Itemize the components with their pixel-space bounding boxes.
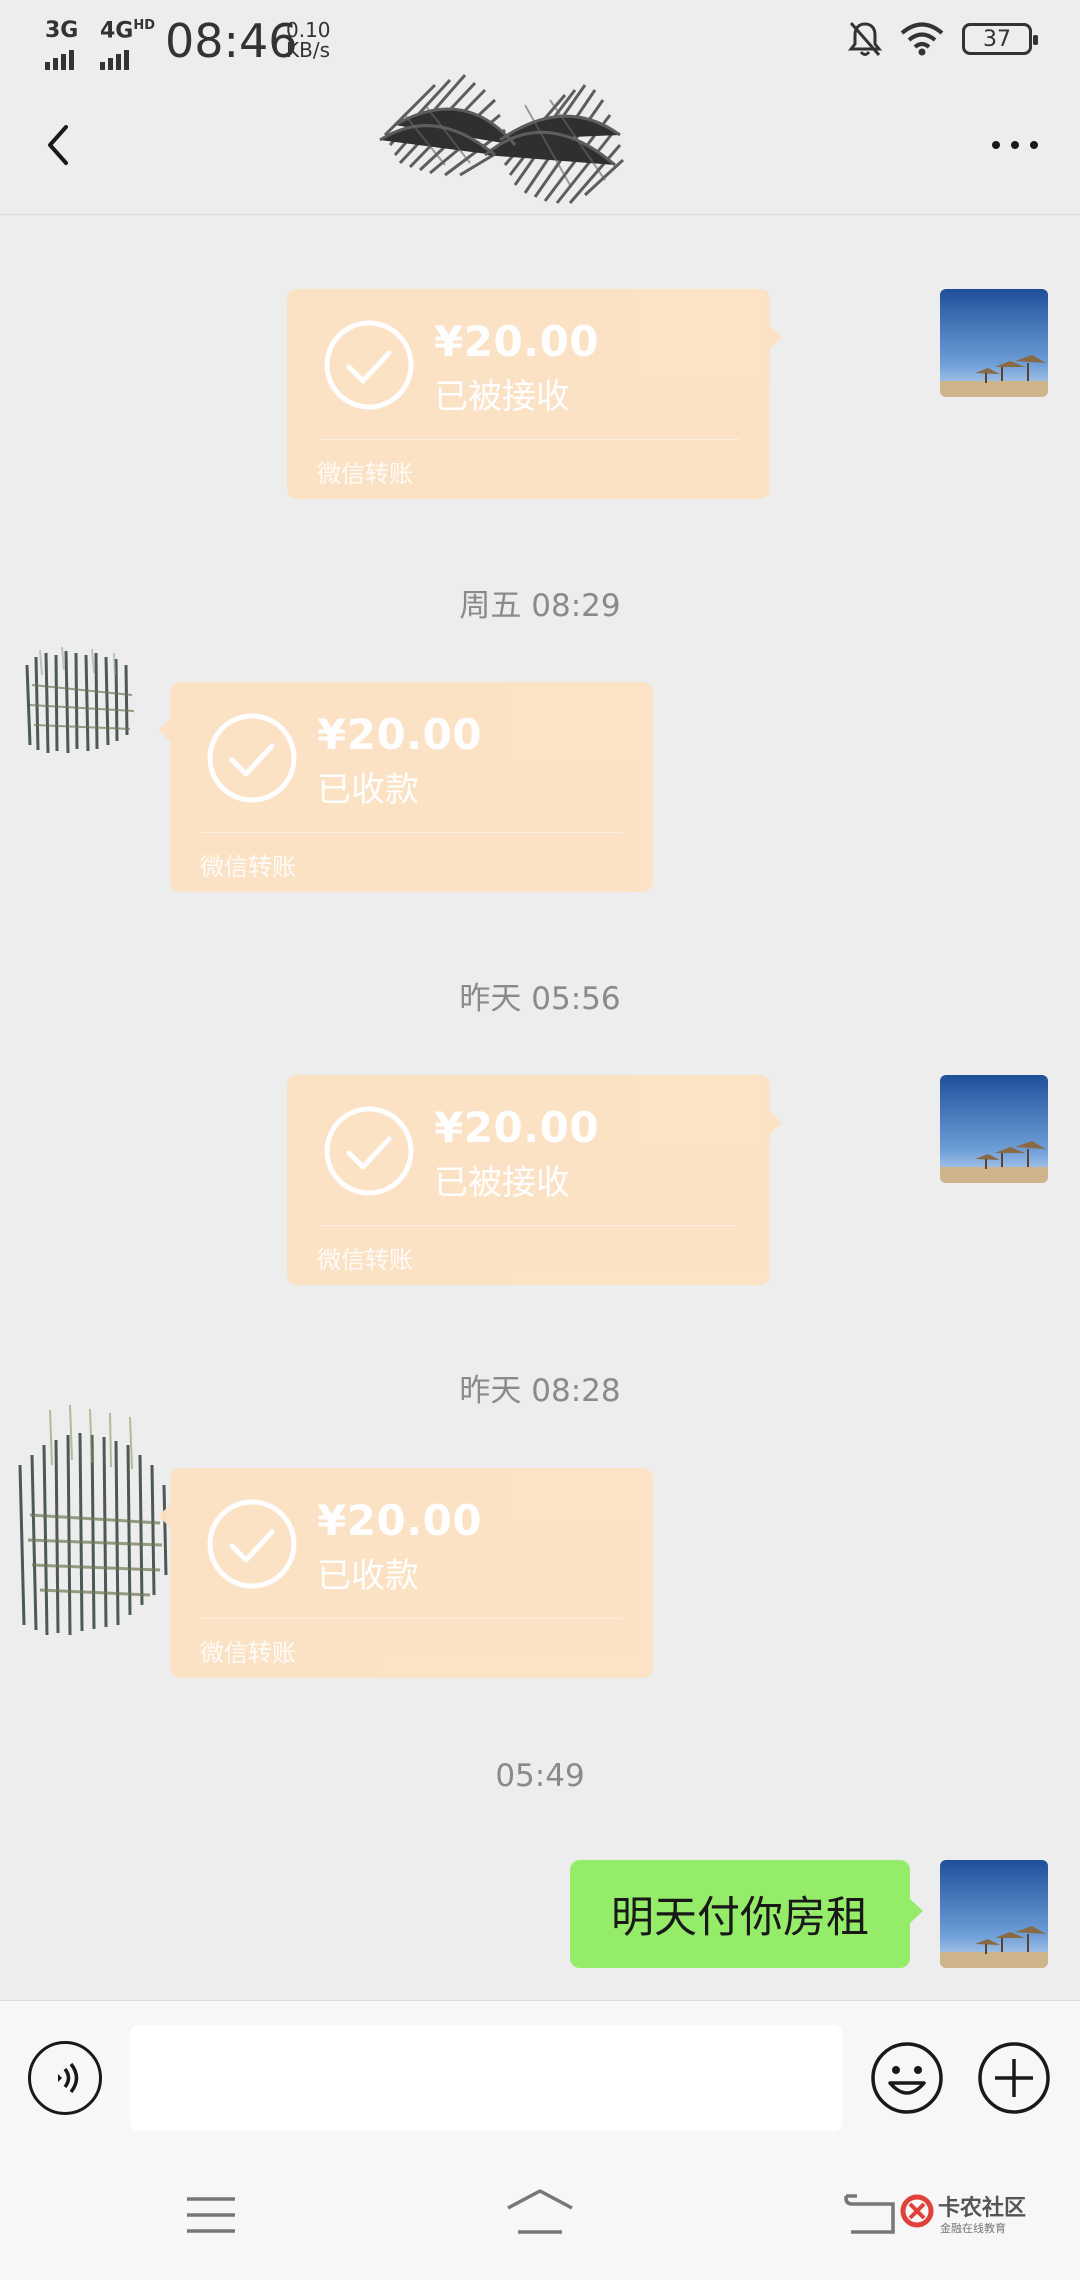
transfer-card[interactable]: ¥20.00 已收款 微信转账 bbox=[158, 682, 653, 892]
wifi-icon bbox=[900, 22, 944, 56]
more-dot-icon bbox=[992, 141, 1000, 149]
network-3g-label: 3G bbox=[45, 18, 79, 43]
back-arrow-icon[interactable] bbox=[30, 115, 90, 175]
menu-icon[interactable] bbox=[185, 2195, 237, 2235]
transfer-divider bbox=[317, 1225, 740, 1226]
check-circle-icon bbox=[324, 1106, 414, 1196]
beach-avatar-image bbox=[940, 1860, 1048, 1968]
voice-icon bbox=[58, 2062, 79, 2094]
transfer-status: 已被接收 bbox=[434, 377, 570, 417]
self-avatar[interactable] bbox=[940, 289, 1048, 397]
status-time: 08:46 bbox=[165, 14, 298, 68]
transfer-status: 已被接收 bbox=[434, 1163, 570, 1203]
message-timestamp: 昨天 05:56 bbox=[459, 981, 621, 1017]
transfer-card[interactable]: ¥20.00 已收款 微信转账 bbox=[158, 1468, 653, 1678]
network-4g-indicator: 4GHD bbox=[100, 18, 156, 71]
transfer-status: 已收款 bbox=[317, 770, 419, 810]
more-dot-icon bbox=[1030, 141, 1038, 149]
kanong-logo-icon bbox=[900, 2194, 934, 2228]
more-functions-button[interactable] bbox=[977, 2041, 1051, 2115]
bell-off-icon bbox=[848, 22, 882, 56]
message-timestamp: 昨天 08:28 bbox=[459, 1373, 621, 1409]
network-3g-indicator: 3G bbox=[45, 18, 78, 70]
chat-header bbox=[0, 74, 1080, 215]
transfer-amount: ¥20.00 bbox=[434, 317, 600, 366]
transfer-divider bbox=[200, 832, 623, 833]
transfer-label: 微信转账 bbox=[317, 1246, 413, 1274]
network-speed-unit: KB/s bbox=[286, 38, 330, 62]
network-speed-value: 0.10 bbox=[286, 18, 331, 42]
message-timestamp: 05:49 bbox=[495, 1758, 585, 1794]
transfer-label: 微信转账 bbox=[200, 1639, 296, 1667]
transfer-status: 已收款 bbox=[317, 1556, 419, 1596]
battery-icon: 37 bbox=[962, 23, 1038, 55]
beach-avatar-image bbox=[940, 1075, 1048, 1183]
home-icon[interactable] bbox=[505, 2188, 575, 2236]
transfer-divider bbox=[317, 439, 740, 440]
transfer-label: 微信转账 bbox=[317, 460, 413, 488]
more-options-button[interactable] bbox=[980, 120, 1050, 170]
network-speed: 0.10 KB/s bbox=[286, 20, 331, 60]
transfer-amount: ¥20.00 bbox=[317, 1496, 483, 1545]
transfer-card[interactable]: ¥20.00 已被接收 微信转账 bbox=[287, 289, 782, 499]
beach-avatar-image bbox=[940, 289, 1048, 397]
voice-input-button[interactable] bbox=[28, 2041, 102, 2115]
transfer-card[interactable]: ¥20.00 已被接收 微信转账 bbox=[287, 1075, 782, 1285]
system-navigation-bar: 卡农社区 金融在线教育 bbox=[0, 2150, 1080, 2280]
check-circle-icon bbox=[207, 1499, 297, 1589]
watermark-title: 卡农社区 bbox=[938, 2196, 1027, 2221]
redacted-title-scribble bbox=[379, 74, 625, 204]
message-timestamp: 周五 08:29 bbox=[459, 588, 621, 624]
chat-message-list[interactable]: ¥20.00 已被接收 微信转账 周五 08:29 ¥20.00 已收款 微信转… bbox=[0, 215, 1080, 2000]
transfer-amount: ¥20.00 bbox=[434, 1103, 600, 1152]
text-message-bubble[interactable]: 明天付你房租 bbox=[570, 1860, 923, 1968]
transfer-label: 微信转账 bbox=[200, 853, 296, 881]
self-avatar[interactable] bbox=[940, 1860, 1048, 1968]
network-hd-label: HD bbox=[133, 18, 156, 33]
check-circle-icon bbox=[207, 713, 297, 803]
contact-avatar[interactable] bbox=[22, 645, 142, 757]
system-back-icon[interactable] bbox=[843, 2192, 898, 2236]
transfer-divider bbox=[200, 1618, 623, 1619]
transfer-amount: ¥20.00 bbox=[317, 710, 483, 759]
check-circle-icon bbox=[324, 320, 414, 410]
emoji-button[interactable] bbox=[870, 2041, 944, 2115]
self-avatar[interactable] bbox=[940, 1075, 1048, 1183]
watermark-logo: 卡农社区 金融在线教育 bbox=[900, 2190, 1027, 2245]
input-bar bbox=[0, 2000, 1080, 2150]
battery-level: 37 bbox=[983, 26, 1011, 52]
redacted-avatar-scribble bbox=[25, 646, 135, 754]
watermark-subtitle: 金融在线教育 bbox=[940, 2222, 1006, 2235]
network-4g-label: 4G bbox=[100, 18, 134, 44]
more-dot-icon bbox=[1011, 141, 1019, 149]
message-input[interactable] bbox=[130, 2025, 842, 2131]
